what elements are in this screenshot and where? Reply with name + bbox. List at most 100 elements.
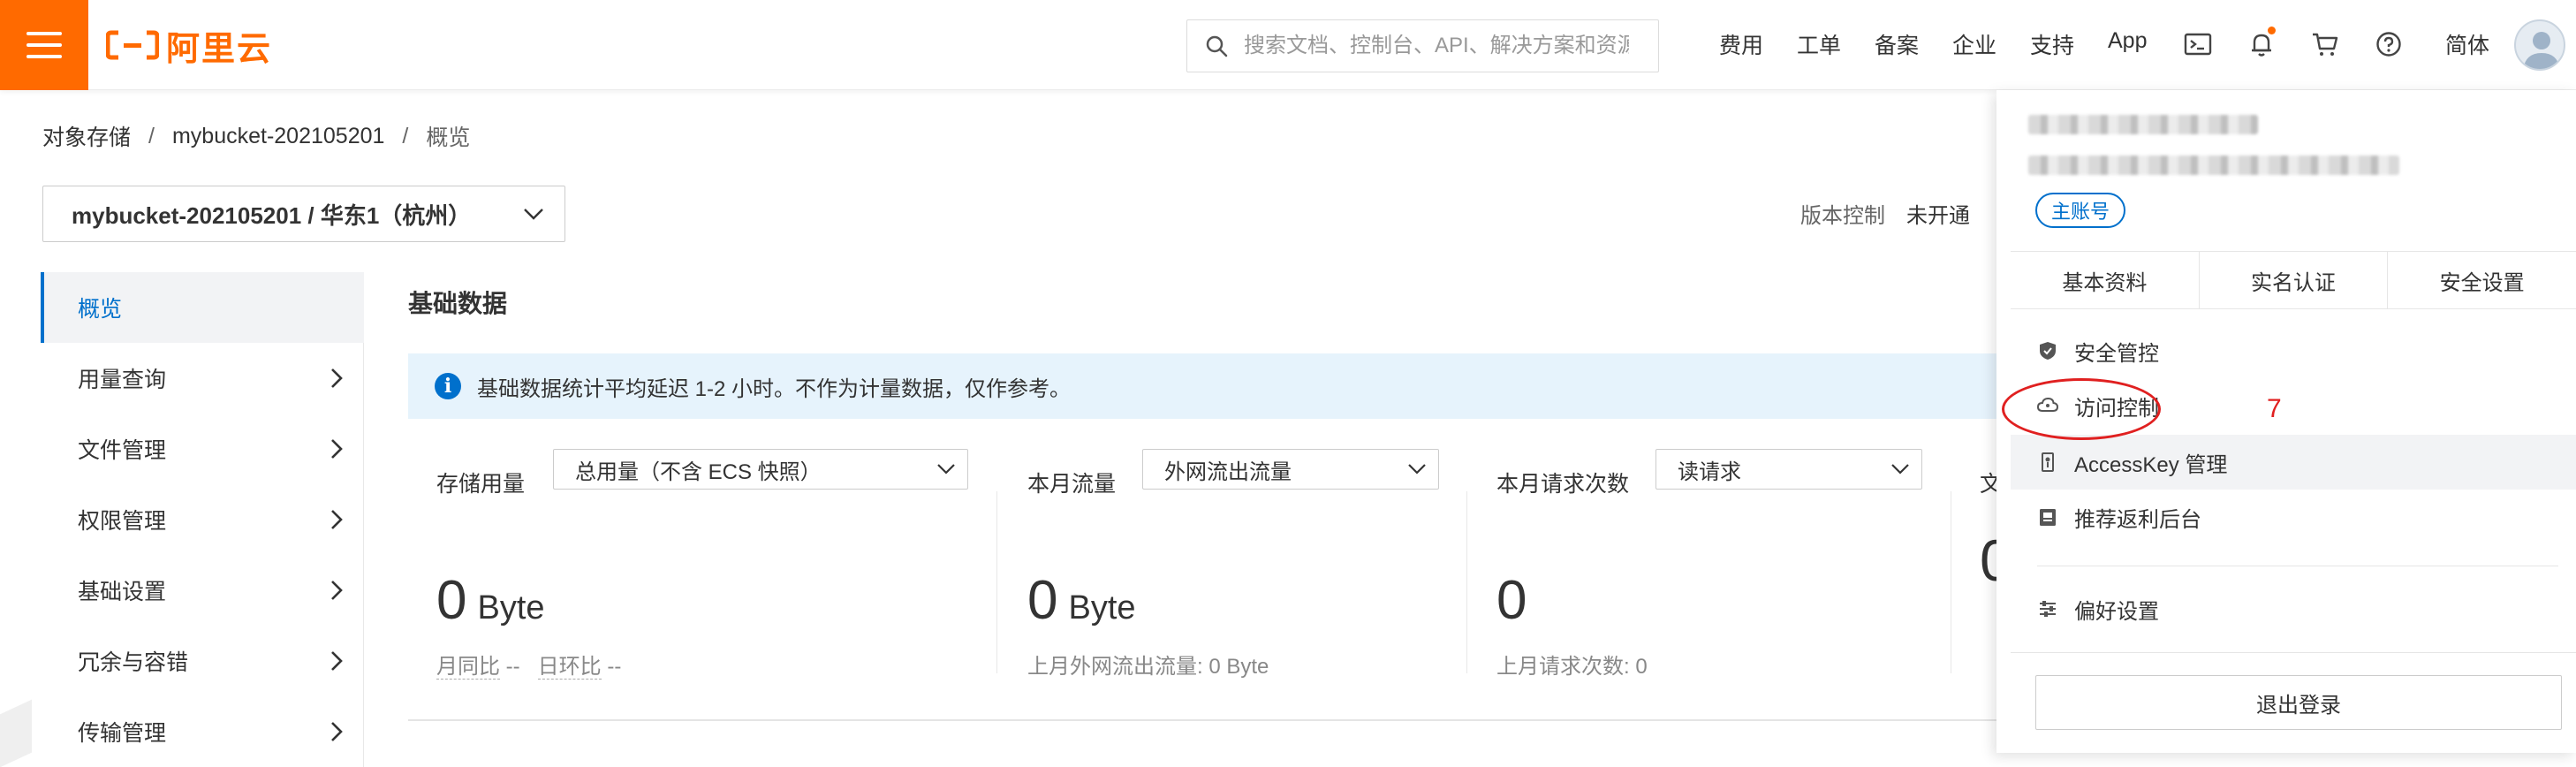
chevron-down-icon — [524, 209, 543, 220]
nav-app[interactable]: App — [2108, 28, 2147, 54]
search-input[interactable] — [1242, 33, 1631, 59]
info-notice-text: 基础数据统计平均延迟 1-2 小时。不作为计量数据，仅作参考。 — [477, 376, 1072, 401]
menu-toggle-button[interactable] — [0, 0, 88, 90]
tab-real-name[interactable]: 实名认证 — [2200, 252, 2389, 308]
menu-item-label: 安全管控 — [2074, 341, 2159, 366]
version-control-value: 未开通 — [1906, 204, 1970, 228]
breadcrumb-separator: / — [402, 123, 409, 148]
dod-label: 日环比 — [537, 655, 602, 680]
chevron-down-icon — [1408, 464, 1426, 475]
stat-requests: 本月请求次数 读请求 0 上月请求次数: 0 — [1496, 449, 1922, 679]
stat-number: 0 — [1027, 570, 1058, 631]
stat-unit: Byte — [477, 589, 545, 627]
stat-label: 存储用量 — [436, 472, 526, 497]
chevron-right-icon — [331, 368, 343, 388]
divider — [1466, 491, 1467, 673]
sidebar-item-usage[interactable]: 用量查询 — [41, 343, 364, 414]
tab-security-settings[interactable]: 安全设置 — [2388, 252, 2576, 308]
info-notice: i 基础数据统计平均延迟 1-2 小时。不作为计量数据，仅作参考。 — [408, 353, 2016, 419]
menu-item-referral[interactable]: 推荐返利后台 — [2011, 490, 2576, 544]
info-icon: i — [435, 373, 461, 399]
section-title: 基础数据 — [408, 290, 508, 317]
stat-foot: 上月请求次数: 0 — [1496, 655, 1648, 679]
bucket-select-value: mybucket-202105201 / 华东1（杭州） — [72, 201, 472, 229]
sliders-icon — [2037, 598, 2058, 619]
sidebar-item-label: 基础设置 — [78, 580, 167, 604]
breadcrumb-root[interactable]: 对象存储 — [42, 120, 131, 152]
stat-foot: 上月外网流出流量: 0 Byte — [1027, 655, 1269, 679]
bucket-select[interactable]: mybucket-202105201 / 华东1（杭州） — [42, 186, 565, 242]
nav-support[interactable]: 支持 — [2030, 28, 2074, 60]
breadcrumb-current: 概览 — [426, 125, 471, 150]
chevron-down-icon — [937, 464, 955, 475]
sidebar-item-label: 概览 — [78, 297, 123, 322]
storage-type-select-value: 总用量（不含 ECS 快照） — [575, 459, 822, 484]
version-control-label: 版本控制 — [1800, 204, 1885, 228]
account-tabs: 基本资料 实名认证 安全设置 — [2011, 251, 2576, 309]
nav-icp[interactable]: 备案 — [1875, 28, 1919, 60]
sidebar-item-redundancy[interactable]: 冗余与容错 — [41, 626, 364, 696]
chevron-right-icon — [331, 581, 343, 600]
storage-type-select[interactable]: 总用量（不含 ECS 快照） — [553, 449, 968, 490]
redacted-account-name — [2028, 115, 2258, 134]
menu-item-label: AccessKey 管理 — [2074, 452, 2228, 477]
language-switch[interactable]: 简体 — [2445, 28, 2489, 60]
stat-foot: 月同比 -- 日环比 -- — [436, 649, 621, 680]
stat-value: 0 Byte — [1027, 569, 1136, 632]
aliyun-logo[interactable]: 阿里云 — [106, 25, 272, 68]
terminal-icon[interactable] — [2180, 27, 2216, 62]
logo-text: 阿里云 — [166, 30, 273, 68]
sidebar-item-label: 传输管理 — [78, 721, 167, 746]
search-box[interactable] — [1186, 19, 1659, 72]
menu-item-accesskey[interactable]: AccessKey 管理 — [2011, 435, 2576, 490]
cart-icon[interactable] — [2307, 27, 2343, 62]
request-type-select[interactable]: 读请求 — [1655, 449, 1922, 490]
menu-item-security-control[interactable]: 安全管控 — [2011, 323, 2576, 378]
sidebar-item-label: 权限管理 — [78, 509, 167, 534]
sidebar-item-permissions[interactable]: 权限管理 — [41, 484, 364, 555]
nav-enterprise[interactable]: 企业 — [1952, 28, 1996, 60]
logout-button[interactable]: 退出登录 — [2035, 675, 2562, 730]
help-icon[interactable] — [2371, 27, 2406, 62]
stat-label: 本月流量 — [1027, 472, 1117, 497]
avatar[interactable] — [2514, 19, 2565, 71]
menu-divider — [2011, 652, 2576, 653]
chevron-right-icon — [331, 651, 343, 671]
stat-unit: Byte — [1068, 589, 1136, 627]
sidebar-item-files[interactable]: 文件管理 — [41, 414, 364, 484]
hamburger-line — [27, 55, 62, 58]
decorative-shape — [0, 699, 32, 767]
menu-item-preferences[interactable]: 偏好设置 — [2011, 581, 2576, 636]
yoy-label: 月同比 — [436, 655, 500, 680]
breadcrumb-bucket[interactable]: mybucket-202105201 — [172, 124, 384, 149]
tab-basic-info[interactable]: 基本资料 — [2011, 252, 2200, 308]
nav-tickets[interactable]: 工单 — [1797, 28, 1841, 60]
breadcrumb-separator: / — [148, 123, 155, 148]
search-icon — [1206, 35, 1228, 57]
annotation-number: 7 — [2267, 394, 2282, 423]
stat-value: 0 — [1496, 569, 1527, 632]
stat-value: 0 Byte — [436, 569, 545, 632]
divider — [996, 491, 997, 673]
stat-label: 本月请求次数 — [1496, 472, 1630, 497]
sidebar-item-basic-settings[interactable]: 基础设置 — [41, 555, 364, 626]
yoy-value: -- — [505, 655, 520, 679]
sidebar-item-transfer[interactable]: 传输管理 — [41, 696, 364, 767]
sidebar-item-label: 文件管理 — [78, 438, 167, 463]
section-divider — [408, 719, 2016, 721]
sidebar: 概览 用量查询 文件管理 权限管理 基础设置 冗余与容错 传输管理 — [41, 272, 364, 767]
aliyun-logo-icon — [106, 30, 159, 60]
sidebar-item-label: 用量查询 — [78, 368, 167, 392]
traffic-type-select[interactable]: 外网流出流量 — [1142, 449, 1439, 490]
nav-fees[interactable]: 费用 — [1719, 28, 1763, 60]
shield-icon — [2037, 340, 2058, 361]
sidebar-item-overview[interactable]: 概览 — [41, 272, 364, 343]
stat-number: 0 — [1496, 570, 1527, 631]
chevron-right-icon — [331, 722, 343, 741]
stat-number: 0 — [436, 570, 467, 631]
stat-traffic: 本月流量 外网流出流量 0 Byte 上月外网流出流量: 0 Byte — [1027, 449, 1443, 679]
redacted-account-id — [2028, 156, 2399, 175]
chevron-right-icon — [331, 510, 343, 529]
key-icon — [2037, 452, 2058, 473]
bell-icon[interactable] — [2244, 27, 2279, 62]
